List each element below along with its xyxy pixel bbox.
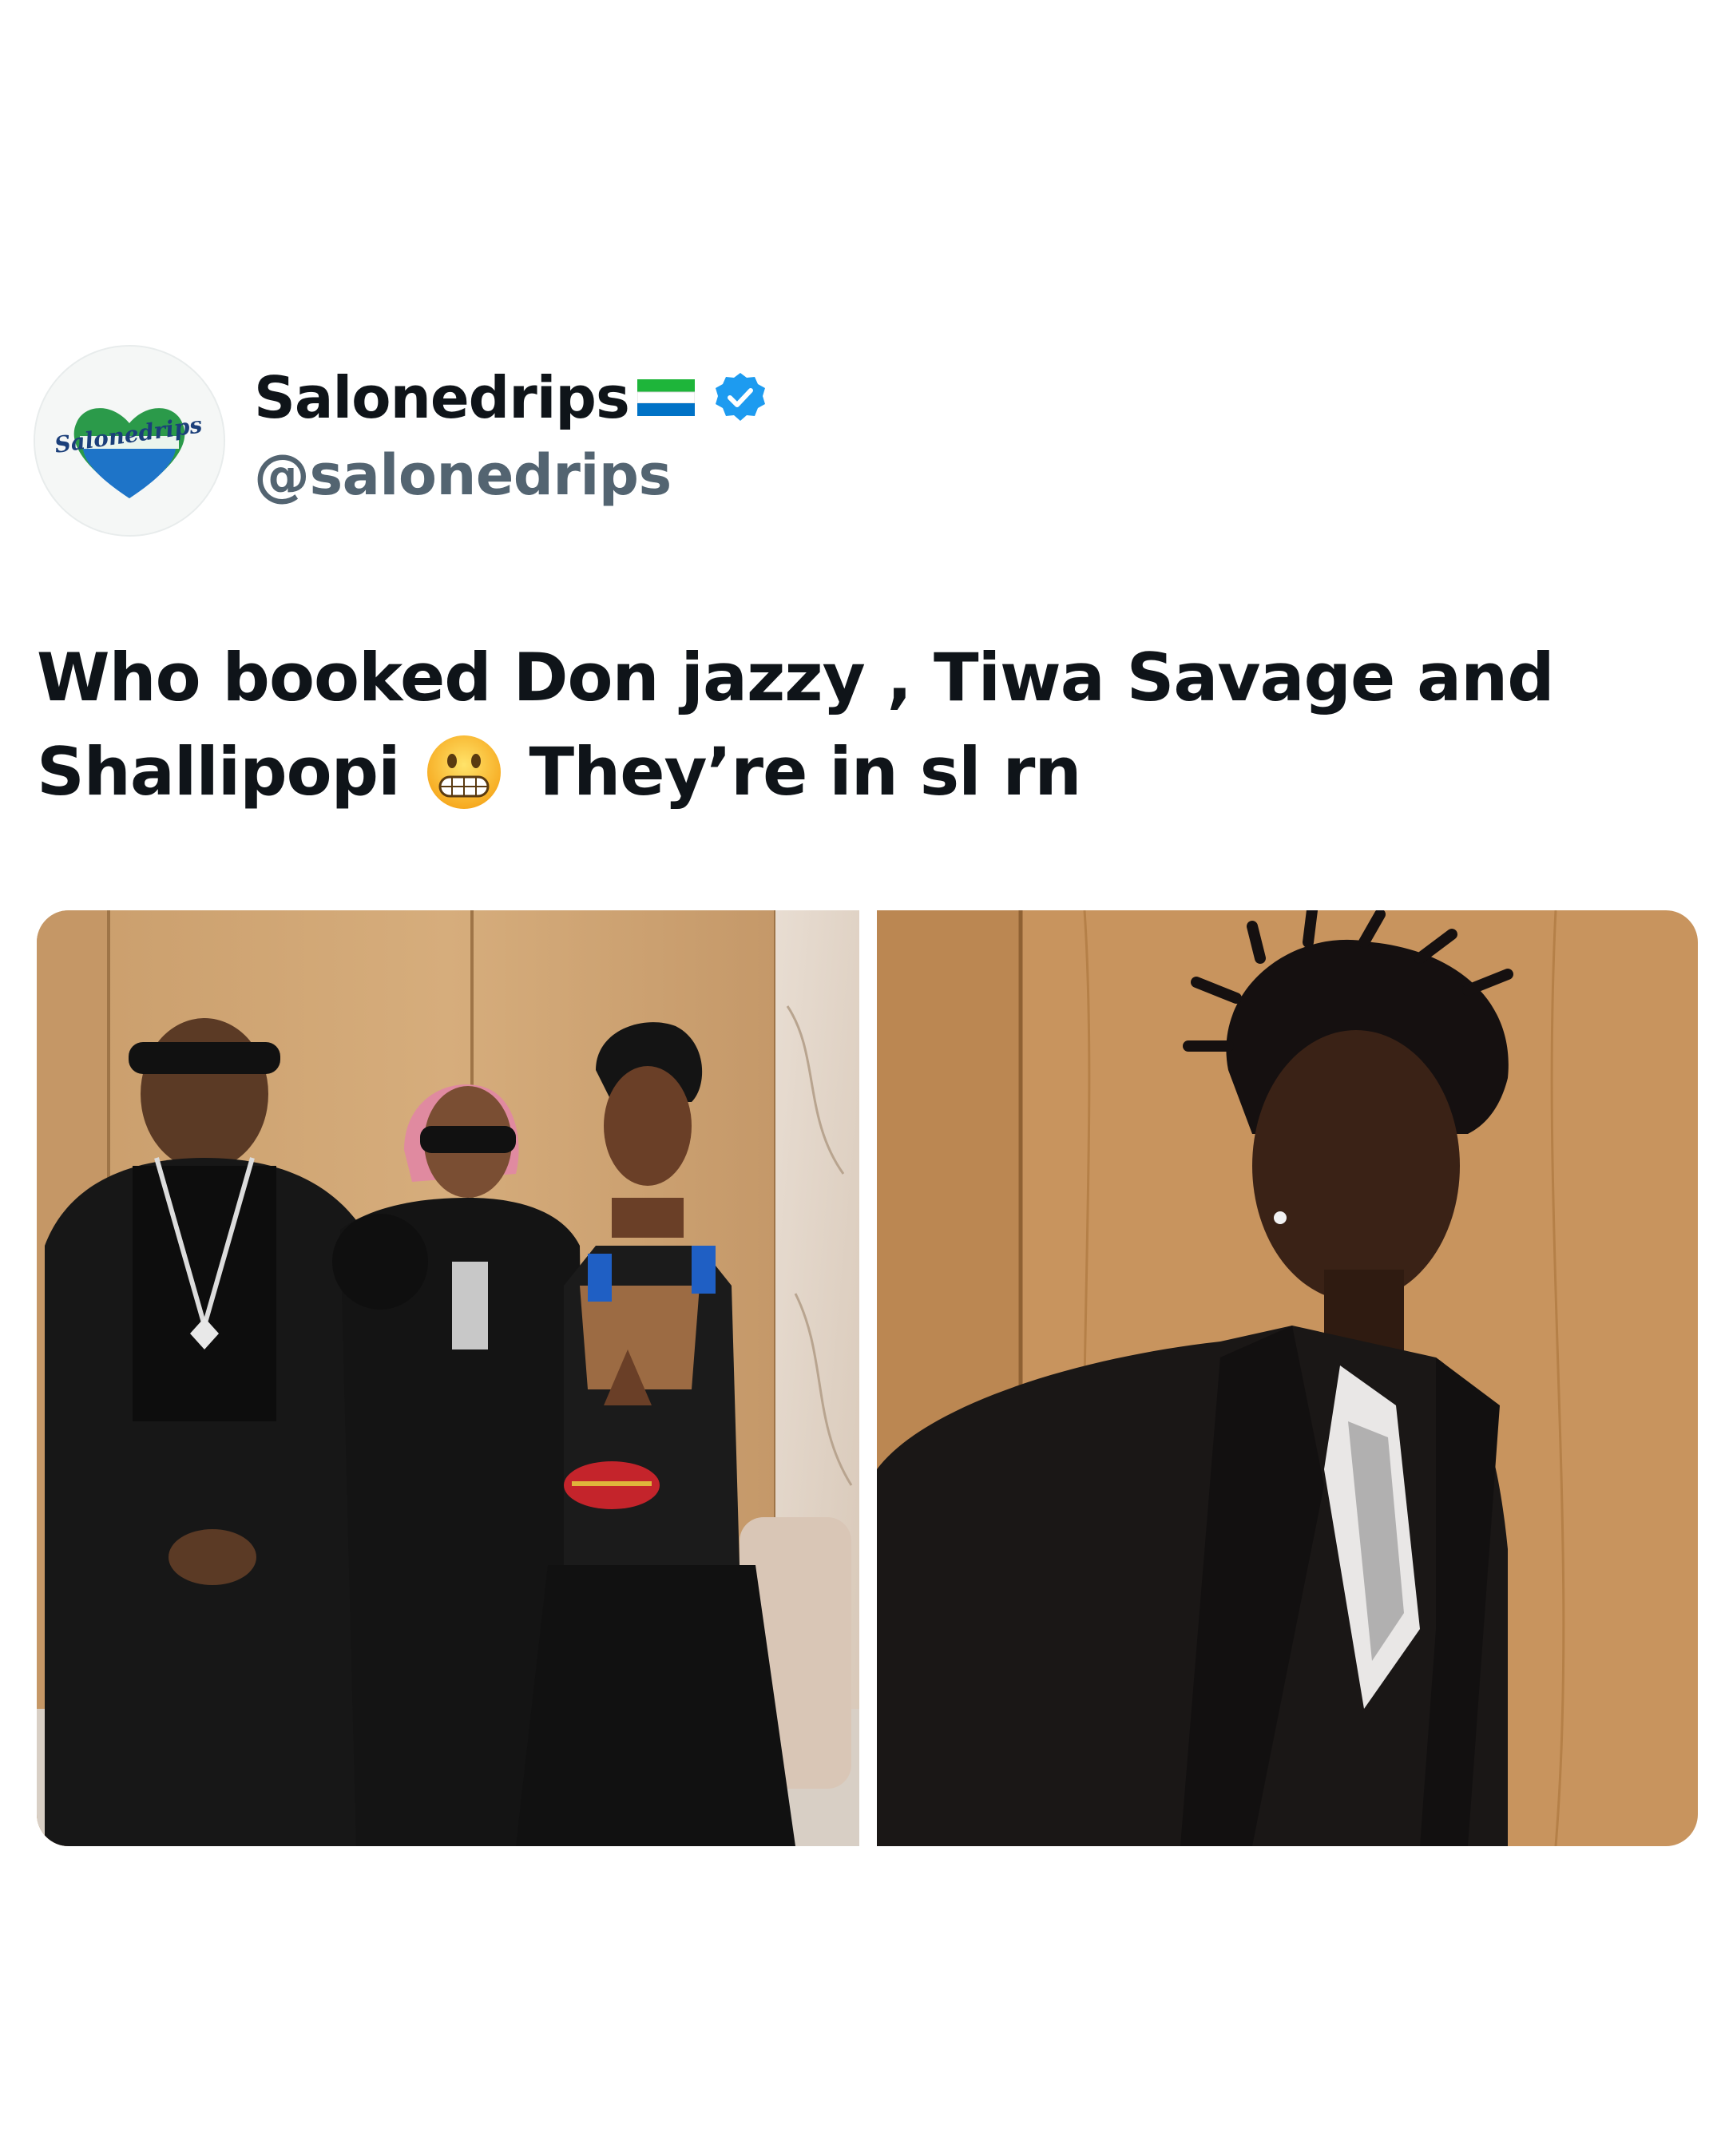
media-grid[interactable]: [37, 910, 1698, 1846]
grimacing-face-emoji-icon: [424, 732, 504, 812]
verified-badge-icon: [714, 371, 767, 424]
sierra-leone-flag-icon: [636, 378, 696, 418]
salonedrips-logo: Salonedrips: [35, 347, 224, 535]
avatar[interactable]: Salonedrips: [34, 345, 225, 537]
tweet-text: Who booked Don jazzy , Tiwa Savage and S…: [37, 631, 1666, 819]
tweet-text-mention: Shallipopi: [37, 733, 401, 810]
portrait-photo[interactable]: [877, 910, 1698, 1846]
tweet-text-end: They’re in sl rn: [529, 733, 1082, 810]
tweet-card[interactable]: Salonedrips Salonedrips @salonedrips Who…: [0, 0, 1725, 2156]
handle[interactable]: @salonedrips: [254, 442, 767, 508]
author-info[interactable]: Salonedrips @salonedrips: [254, 358, 767, 508]
display-name[interactable]: Salonedrips: [254, 364, 630, 431]
tweet-text-line-2: Shallipopi They’re in sl rn: [37, 725, 1666, 819]
tweet-text-line-1: Who booked Don jazzy , Tiwa Savage and: [37, 639, 1555, 716]
group-photo[interactable]: [37, 910, 859, 1846]
